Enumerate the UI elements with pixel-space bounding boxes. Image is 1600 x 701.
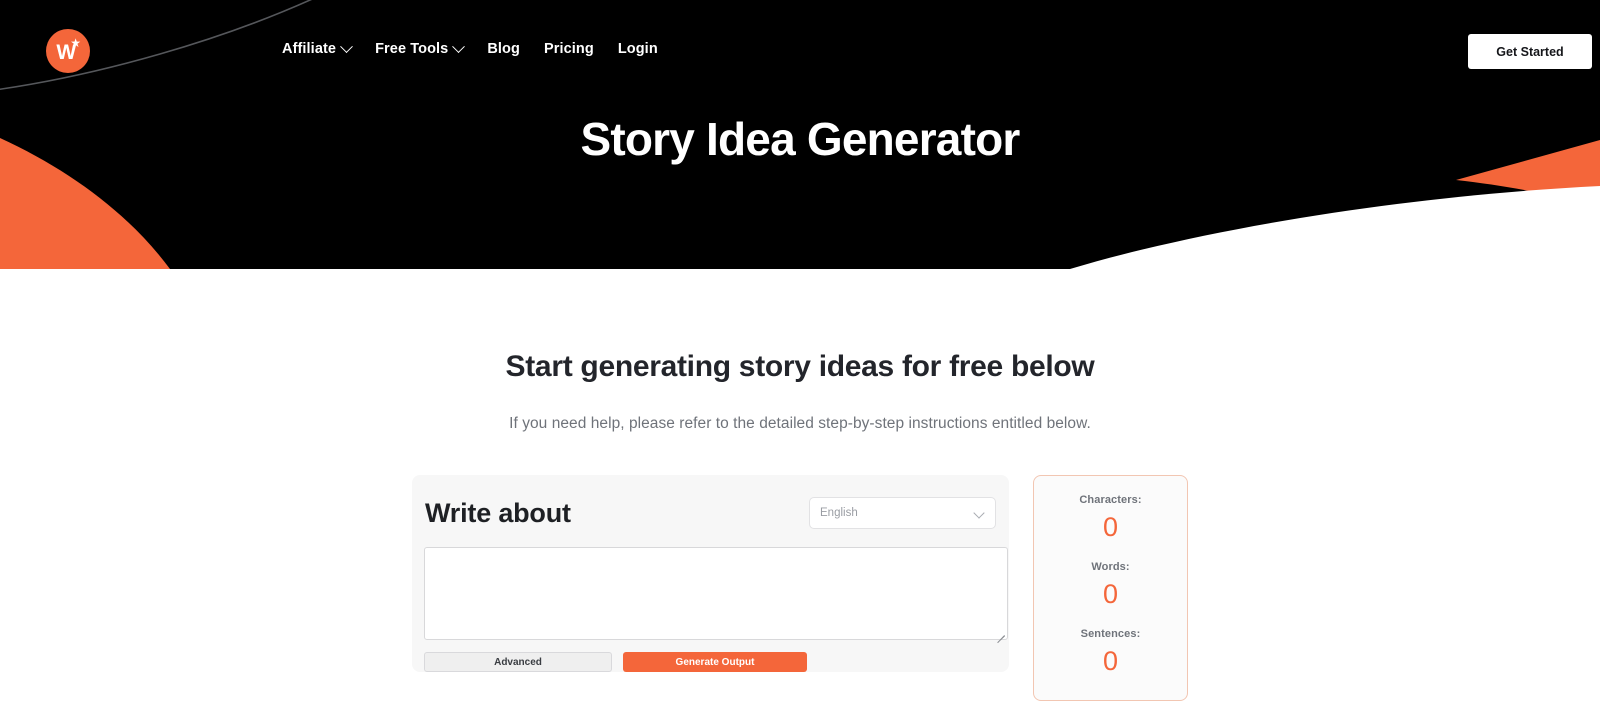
- stat-value-characters: 0: [1102, 512, 1119, 542]
- main-content: Start generating story ideas for free be…: [0, 269, 1600, 701]
- chevron-down-icon: [340, 39, 353, 53]
- nav-links: Affiliate Free Tools Blog Pricing Login: [282, 39, 658, 57]
- hero-white-curve: [1070, 186, 1600, 269]
- page-title: Story Idea Generator: [580, 113, 1020, 165]
- section-heading: Start generating story ideas for free be…: [505, 350, 1095, 383]
- stat-label-words: Words:: [1091, 561, 1130, 573]
- form-title: Write about: [425, 497, 571, 528]
- stat-value-words: 0: [1102, 579, 1119, 609]
- write-about-input[interactable]: [424, 547, 1008, 644]
- nav-item-blog[interactable]: Blog: [487, 41, 520, 57]
- language-select[interactable]: English: [809, 497, 996, 529]
- section-subheading: If you need help, please refer to the de…: [509, 415, 1091, 432]
- stat-value-sentences: 0: [1102, 646, 1119, 676]
- page-root: W ★ Affiliate Free Tools Blog Pricing Lo…: [0, 0, 1600, 701]
- advanced-button[interactable]: Advanced: [424, 652, 612, 672]
- resize-handle-icon[interactable]: [994, 626, 1005, 644]
- nav-item-label: Login: [617, 41, 658, 57]
- nav-item-label: Affiliate: [282, 41, 337, 57]
- navbar: W ★ Affiliate Free Tools Blog Pricing Lo…: [0, 0, 1600, 102]
- nav-item-affiliate[interactable]: Affiliate: [282, 39, 353, 57]
- language-select-value: English: [820, 507, 858, 519]
- nav-item-label: Blog: [487, 41, 520, 57]
- form-header: Write about English: [424, 497, 997, 529]
- get-started-button[interactable]: Get Started: [1468, 34, 1592, 69]
- nav-item-pricing[interactable]: Pricing: [544, 41, 594, 57]
- generate-output-button[interactable]: Generate Output: [623, 652, 807, 672]
- tool-row: Write about English Advanced Generate Ou…: [0, 475, 1600, 701]
- stat-label-characters: Characters:: [1079, 494, 1142, 506]
- stat-label-sentences: Sentences:: [1080, 628, 1141, 640]
- nav-item-label: Pricing: [543, 41, 594, 57]
- logo[interactable]: W ★: [46, 29, 90, 73]
- nav-item-login[interactable]: Login: [618, 41, 658, 57]
- hero-banner: W ★ Affiliate Free Tools Blog Pricing Lo…: [0, 0, 1600, 269]
- chevron-down-icon: [452, 39, 466, 53]
- write-about-card: Write about English Advanced Generate Ou…: [412, 475, 1009, 672]
- nav-item-free-tools[interactable]: Free Tools: [375, 39, 466, 57]
- nav-item-label: Free Tools: [375, 41, 449, 57]
- stats-panel: Characters: 0 Words: 0 Sentences: 0: [1033, 475, 1188, 701]
- star-icon: ★: [70, 36, 81, 50]
- chevron-down-icon: [973, 507, 985, 519]
- form-actions: Advanced Generate Output: [424, 652, 997, 672]
